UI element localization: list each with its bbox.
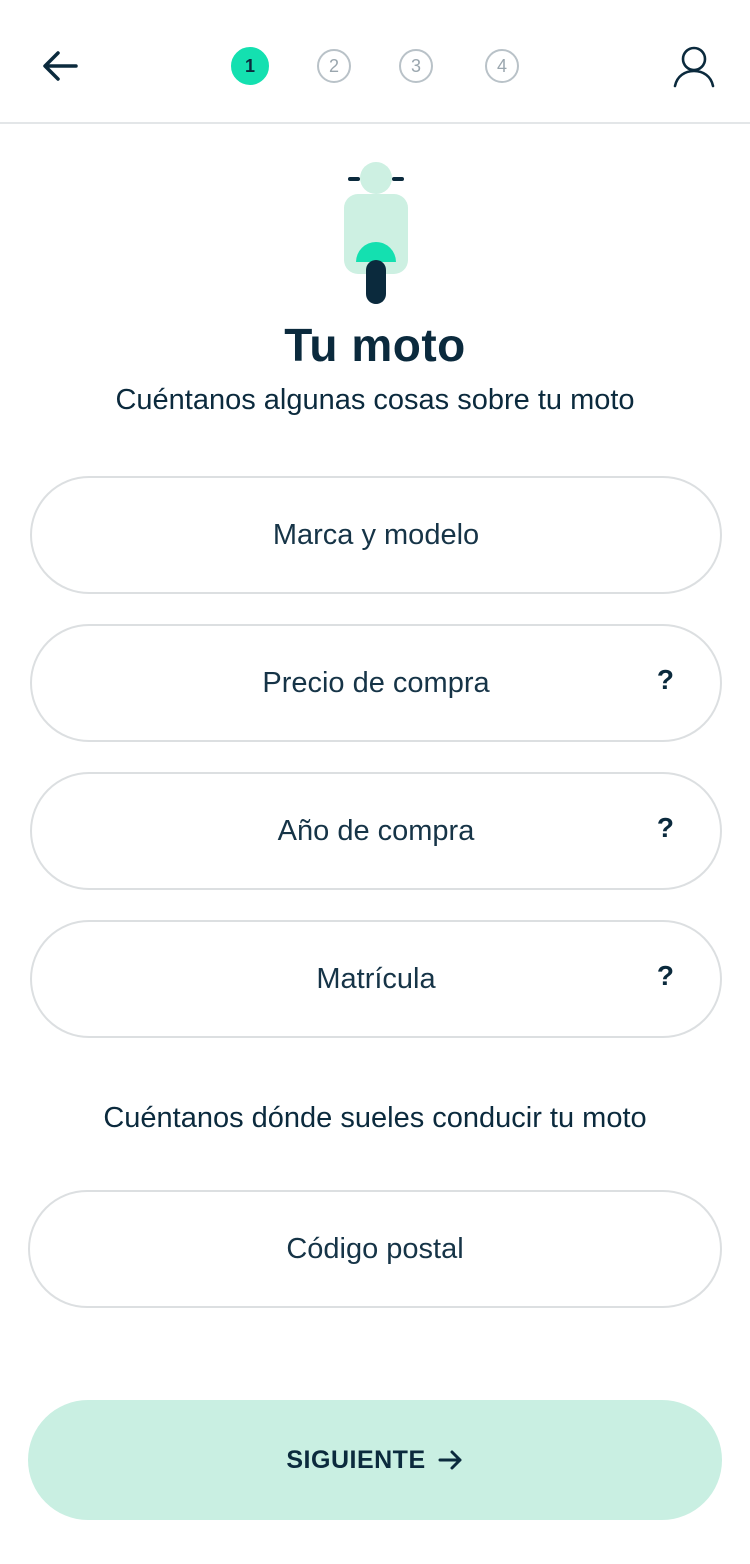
purchase-price-help-icon[interactable]: ? <box>657 664 674 696</box>
step-4: 4 <box>485 49 519 83</box>
postal-code-field[interactable]: Código postal <box>28 1190 722 1308</box>
location-label: Cuéntanos dónde sueles conducir tu moto <box>103 1102 647 1134</box>
step-indicator: 1 2 3 4 <box>0 47 750 87</box>
user-icon <box>673 46 715 88</box>
purchase-year-placeholder: Año de compra <box>277 814 475 847</box>
plate-help-icon[interactable]: ? <box>657 960 674 992</box>
plate-placeholder: Matrícula <box>316 962 436 995</box>
purchase-year-field[interactable]: Año de compra ? <box>30 772 722 890</box>
account-button[interactable] <box>672 44 716 90</box>
postal-code-placeholder: Código postal <box>286 1232 464 1265</box>
plate-field[interactable]: Matrícula ? <box>30 920 722 1038</box>
scooter-icon <box>344 162 408 304</box>
next-button-label: SIGUIENTE <box>286 1445 426 1474</box>
brand-model-field[interactable]: Marca y modelo <box>30 476 722 594</box>
page-title: Tu moto <box>284 319 466 371</box>
arrow-right-icon <box>438 1450 462 1470</box>
next-button[interactable]: SIGUIENTE <box>28 1400 722 1520</box>
purchase-year-help-icon[interactable]: ? <box>657 812 674 844</box>
step-1: 1 <box>231 47 269 85</box>
purchase-price-field[interactable]: Precio de compra ? <box>30 624 722 742</box>
step-2: 2 <box>317 49 351 83</box>
brand-model-placeholder: Marca y modelo <box>272 518 480 551</box>
step-3: 3 <box>399 49 433 83</box>
page-subtitle: Cuéntanos algunas cosas sobre tu moto <box>115 384 635 416</box>
top-bar: 1 2 3 4 <box>0 0 750 124</box>
purchase-price-placeholder: Precio de compra <box>262 666 490 699</box>
